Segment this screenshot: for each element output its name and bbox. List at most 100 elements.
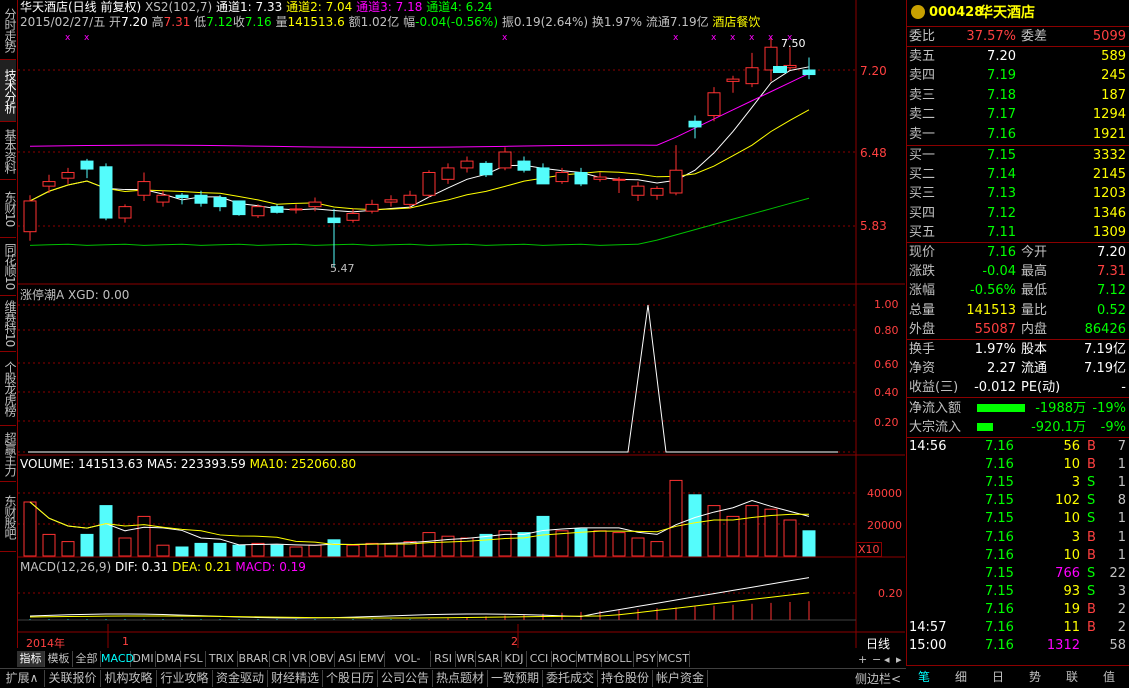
stat-label-2: 今开 bbox=[1021, 245, 1048, 260]
stat-value: 55087 bbox=[974, 321, 1016, 337]
indicator-tab-fsl[interactable]: FSL bbox=[181, 651, 206, 667]
left-tab-2[interactable]: 基本资料 bbox=[0, 122, 17, 180]
kline-chart-area[interactable]: xxxxxxxxx 华天酒店(日线 前复权) XS2(102,7) 通道1: 7… bbox=[18, 0, 905, 651]
indicator-tab-boll[interactable]: BOLL bbox=[602, 651, 634, 667]
stock-name: 华天酒店 bbox=[979, 5, 1035, 21]
quote-tab-4[interactable]: 联 bbox=[1054, 668, 1090, 686]
indicator-tab-sar[interactable]: SAR bbox=[476, 651, 502, 667]
tick-side: B bbox=[1087, 620, 1096, 635]
quote-tab-1[interactable]: 细 bbox=[943, 668, 979, 686]
chg-label: 幅 bbox=[403, 15, 416, 29]
left-tab-3[interactable]: 东财10 bbox=[0, 180, 17, 238]
indicator-tab-mcst[interactable]: MCST bbox=[658, 651, 690, 667]
zoom-in-icon[interactable]: + bbox=[858, 653, 867, 666]
stat-label: 涨跌 bbox=[909, 264, 936, 280]
indicator-tab-trix[interactable]: TRIX bbox=[206, 651, 238, 667]
left-tab-6[interactable]: 个股龙虎榜 bbox=[0, 352, 17, 426]
bottom-link-4[interactable]: 资金驱动 bbox=[213, 670, 268, 687]
bottom-link-8[interactable]: 热点题材 bbox=[433, 670, 488, 687]
scroll-right-icon[interactable]: ▸ bbox=[896, 653, 902, 666]
tick-side: B bbox=[1087, 457, 1096, 473]
indicator-tab-wr[interactable]: WR bbox=[456, 651, 476, 667]
quote-tab-5[interactable]: 值 bbox=[1091, 668, 1127, 686]
indicator-tab-roc[interactable]: ROC bbox=[552, 651, 577, 667]
channel-1: 通道1: 7.33 bbox=[216, 0, 283, 14]
bottom-link-10[interactable]: 委托成交 bbox=[543, 670, 598, 687]
indicator-tab-brar[interactable]: BRAR bbox=[238, 651, 270, 667]
sidebar-toggle[interactable]: 侧边栏< bbox=[855, 670, 901, 687]
tick-side: B bbox=[1087, 529, 1096, 545]
ask-label: 卖二 bbox=[909, 107, 936, 123]
left-tab-4[interactable]: 同花顺10 bbox=[0, 238, 17, 296]
candle-body bbox=[118, 206, 132, 219]
quote-tab-2[interactable]: 日 bbox=[980, 668, 1016, 686]
bottom-link-1[interactable]: 关联报价 bbox=[45, 670, 101, 687]
ask-volume: 245 bbox=[1101, 68, 1126, 84]
low-label: 低 bbox=[194, 15, 207, 29]
bottom-link-9[interactable]: 一致预期 bbox=[488, 670, 543, 687]
indicator-tab-全部[interactable]: 全部 bbox=[73, 651, 101, 667]
tick-price: 7.16 bbox=[985, 638, 1014, 654]
zt-spike-line bbox=[28, 304, 838, 453]
indicator-tab-macd[interactable]: MACD bbox=[101, 651, 134, 667]
indicator-tab-vr[interactable]: VR bbox=[290, 651, 310, 667]
left-tab-1[interactable]: 技术分析 bbox=[0, 60, 17, 122]
bottom-link-0[interactable]: 扩展∧ bbox=[0, 670, 45, 687]
bottom-link-11[interactable]: 持仓股份 bbox=[598, 670, 653, 687]
candle-body bbox=[631, 185, 645, 196]
quote-tab-3[interactable]: 势 bbox=[1017, 668, 1053, 686]
signal-marker: x bbox=[711, 33, 717, 43]
quote-tab-0[interactable]: 笔 bbox=[906, 668, 942, 686]
indicator-tab-rsi[interactable]: RSI bbox=[431, 651, 456, 667]
period-label[interactable]: 日线 bbox=[866, 635, 890, 652]
turnover-value: 换1.97% bbox=[591, 15, 643, 29]
volume-bar bbox=[327, 539, 341, 557]
indicator-tab-asi[interactable]: ASI bbox=[335, 651, 360, 667]
tick-volume: 11 bbox=[1063, 620, 1080, 635]
indicator-tab-obv[interactable]: OBV bbox=[310, 651, 335, 667]
left-tab-8[interactable]: 东财股吧 bbox=[0, 482, 17, 552]
flow-percent: -19% bbox=[1092, 401, 1126, 416]
left-tab-7[interactable]: 超赢主力 bbox=[0, 426, 17, 482]
bottom-link-6[interactable]: 个股日历 bbox=[323, 670, 378, 687]
indicator-tab-dmi[interactable]: DMI bbox=[131, 651, 156, 667]
bottom-link-5[interactable]: 财经精选 bbox=[268, 670, 323, 687]
indicator-tab-mtm[interactable]: MTM bbox=[577, 651, 603, 667]
bottom-link-bar: 扩展∧ 关联报价 机构攻略 行业攻略 资金驱动 财经精选 个股日历 公司公告 热点题材 一致预期委… bbox=[0, 668, 906, 688]
zt-axis-1: 1.00 bbox=[874, 298, 899, 311]
stat-value-2: 7.12 bbox=[1097, 283, 1126, 299]
kline-svg[interactable]: xxxxxxxxx bbox=[18, 0, 905, 648]
candle-body bbox=[365, 203, 379, 212]
zoom-out-icon[interactable]: − bbox=[872, 653, 881, 666]
low-mark: 5.47 bbox=[330, 262, 355, 275]
ask-row: 卖五 7.20 589 bbox=[907, 47, 1129, 66]
indicator-tab-emv[interactable]: EMV bbox=[360, 651, 385, 667]
tick-row: 7.15 102 S 8 bbox=[907, 492, 1129, 510]
ask-volume: 187 bbox=[1101, 87, 1126, 103]
indicator-tab-指标[interactable]: 指标 bbox=[17, 651, 45, 667]
left-tab-5[interactable]: 维赛特10 bbox=[0, 296, 17, 352]
bottom-link-12[interactable]: 帐户资金 bbox=[653, 670, 708, 687]
indicator-tab-psy[interactable]: PSY bbox=[634, 651, 658, 667]
bid-price: 7.15 bbox=[987, 148, 1016, 163]
indicator-tab-cr[interactable]: CR bbox=[270, 651, 290, 667]
low-value: 7.12 bbox=[206, 15, 233, 29]
scroll-left-icon[interactable]: ◂ bbox=[884, 653, 890, 666]
ask-row: 卖二 7.17 1294 bbox=[907, 105, 1129, 124]
fund-row: 收益(三) -0.012 PE(动) - bbox=[907, 378, 1129, 397]
indicator-tab-模板[interactable]: 模板 bbox=[45, 651, 73, 667]
bottom-link-7[interactable]: 公司公告 bbox=[378, 670, 433, 687]
indicator-tab-cci[interactable]: CCI bbox=[527, 651, 552, 667]
indicator-tab-kdj[interactable]: KDJ bbox=[502, 651, 527, 667]
indicator-tab-vol-tdx[interactable]: VOL-TDX bbox=[385, 651, 431, 681]
bottom-link-2[interactable]: 机构攻略 bbox=[101, 670, 157, 687]
ask-price: 7.16 bbox=[987, 126, 1016, 142]
volume-bar bbox=[688, 494, 702, 557]
tick-side: S bbox=[1087, 475, 1096, 491]
indicator-tab-dma[interactable]: DMA bbox=[156, 651, 182, 667]
left-tab-0[interactable]: 分时走势 bbox=[0, 0, 17, 60]
stat-label: 外盘 bbox=[909, 321, 936, 337]
bottom-link-3[interactable]: 行业攻略 bbox=[157, 670, 213, 687]
volume-bar bbox=[517, 532, 531, 557]
stock-title: 华天酒店(日线 前复权) bbox=[20, 0, 142, 14]
